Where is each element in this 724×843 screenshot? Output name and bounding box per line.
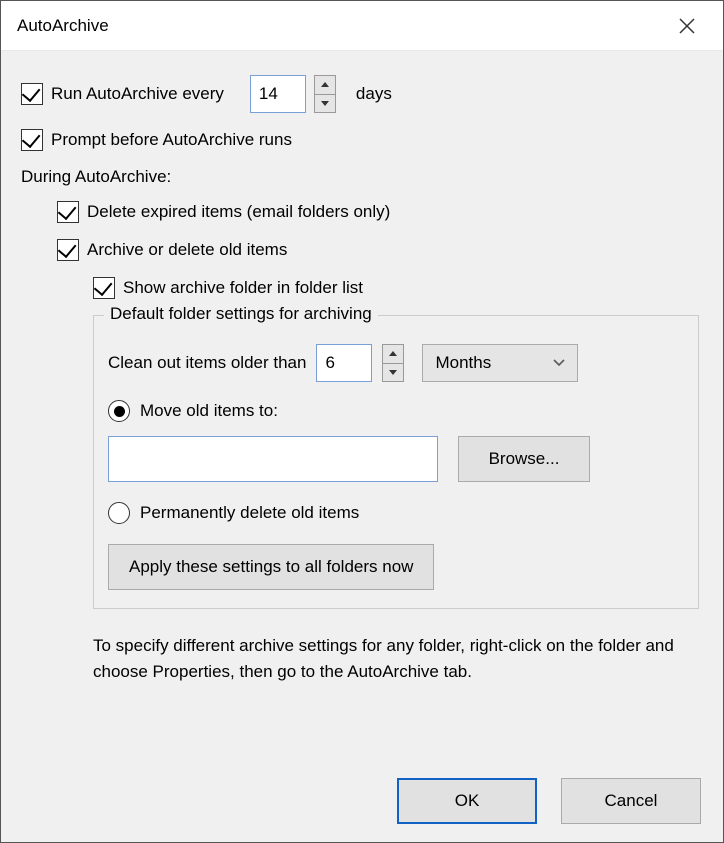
autoarchive-dialog: AutoArchive Run AutoArchive every days P… [0, 0, 724, 843]
during-label: During AutoArchive: [21, 167, 703, 187]
default-folder-fieldset: Default folder settings for archiving Cl… [93, 315, 699, 609]
show-folder-checkbox[interactable] [93, 277, 115, 299]
run-every-spinner-down[interactable] [314, 94, 336, 114]
clean-out-spinner-down[interactable] [382, 363, 404, 383]
chevron-down-icon [553, 359, 565, 367]
delete-radio-row: Permanently delete old items [108, 502, 684, 524]
move-radio-label: Move old items to: [140, 401, 278, 421]
titlebar: AutoArchive [1, 1, 723, 51]
run-every-row: Run AutoArchive every days [21, 75, 703, 113]
clean-out-label: Clean out items older than [108, 353, 306, 373]
run-every-label-prefix: Run AutoArchive every [51, 84, 224, 104]
delete-radio-label: Permanently delete old items [140, 503, 359, 523]
run-every-spinner-up[interactable] [314, 75, 336, 94]
delete-expired-row: Delete expired items (email folders only… [21, 201, 703, 223]
dialog-title: AutoArchive [17, 16, 109, 36]
delete-radio[interactable] [108, 502, 130, 524]
path-input[interactable] [108, 436, 438, 482]
apply-button[interactable]: Apply these settings to all folders now [108, 544, 434, 590]
run-every-input[interactable] [250, 75, 306, 113]
archive-delete-row: Archive or delete old items [21, 239, 703, 261]
archive-delete-label: Archive or delete old items [87, 240, 287, 260]
close-button[interactable] [667, 6, 707, 46]
prompt-row: Prompt before AutoArchive runs [21, 129, 703, 151]
fieldset-legend: Default folder settings for archiving [104, 304, 378, 324]
unit-select-value: Months [435, 353, 491, 373]
dialog-footer: OK Cancel [397, 778, 701, 824]
move-radio-row: Move old items to: [108, 400, 684, 422]
path-row: Browse... [108, 436, 684, 482]
archive-delete-checkbox[interactable] [57, 239, 79, 261]
run-every-checkbox[interactable] [21, 83, 43, 105]
browse-button[interactable]: Browse... [458, 436, 590, 482]
help-text: To specify different archive settings fo… [93, 633, 695, 686]
dialog-content: Run AutoArchive every days Prompt before… [1, 51, 723, 696]
show-folder-row: Show archive folder in folder list [21, 277, 703, 299]
close-icon [678, 17, 696, 35]
ok-button[interactable]: OK [397, 778, 537, 824]
show-folder-label: Show archive folder in folder list [123, 278, 363, 298]
unit-select[interactable]: Months [422, 344, 578, 382]
prompt-checkbox[interactable] [21, 129, 43, 151]
delete-expired-checkbox[interactable] [57, 201, 79, 223]
move-radio[interactable] [108, 400, 130, 422]
clean-out-spinner [382, 344, 404, 382]
cancel-button[interactable]: Cancel [561, 778, 701, 824]
run-every-label-suffix: days [356, 84, 392, 104]
run-every-spinner [314, 75, 336, 113]
clean-out-input[interactable] [316, 344, 372, 382]
clean-out-row: Clean out items older than Months [108, 344, 684, 382]
prompt-label: Prompt before AutoArchive runs [51, 130, 292, 150]
clean-out-spinner-up[interactable] [382, 344, 404, 363]
delete-expired-label: Delete expired items (email folders only… [87, 202, 390, 222]
